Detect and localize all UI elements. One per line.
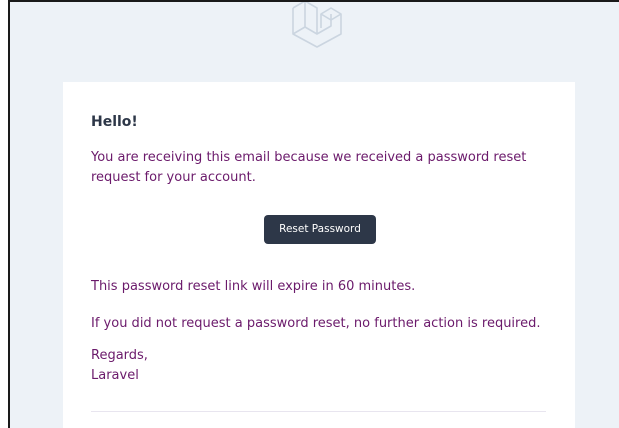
expiry-text: This password reset link will expire in … bbox=[91, 279, 416, 294]
reset-password-button[interactable]: Reset Password bbox=[264, 215, 376, 244]
salutation-text: Regards, bbox=[91, 348, 148, 363]
app-name-text: Laravel bbox=[91, 368, 139, 383]
email-viewport: Hello! You are receiving this email beca… bbox=[8, 0, 619, 428]
email-greeting: Hello! bbox=[91, 114, 138, 130]
email-card: Hello! You are receiving this email beca… bbox=[63, 82, 575, 428]
intro-text: You are receiving this email because we … bbox=[91, 150, 527, 185]
subcopy-divider bbox=[91, 411, 546, 412]
laravel-logo-icon bbox=[292, 2, 342, 48]
no-action-text: If you did not request a password reset,… bbox=[91, 316, 541, 331]
salutation-block: Regards, Laravel bbox=[91, 346, 148, 386]
